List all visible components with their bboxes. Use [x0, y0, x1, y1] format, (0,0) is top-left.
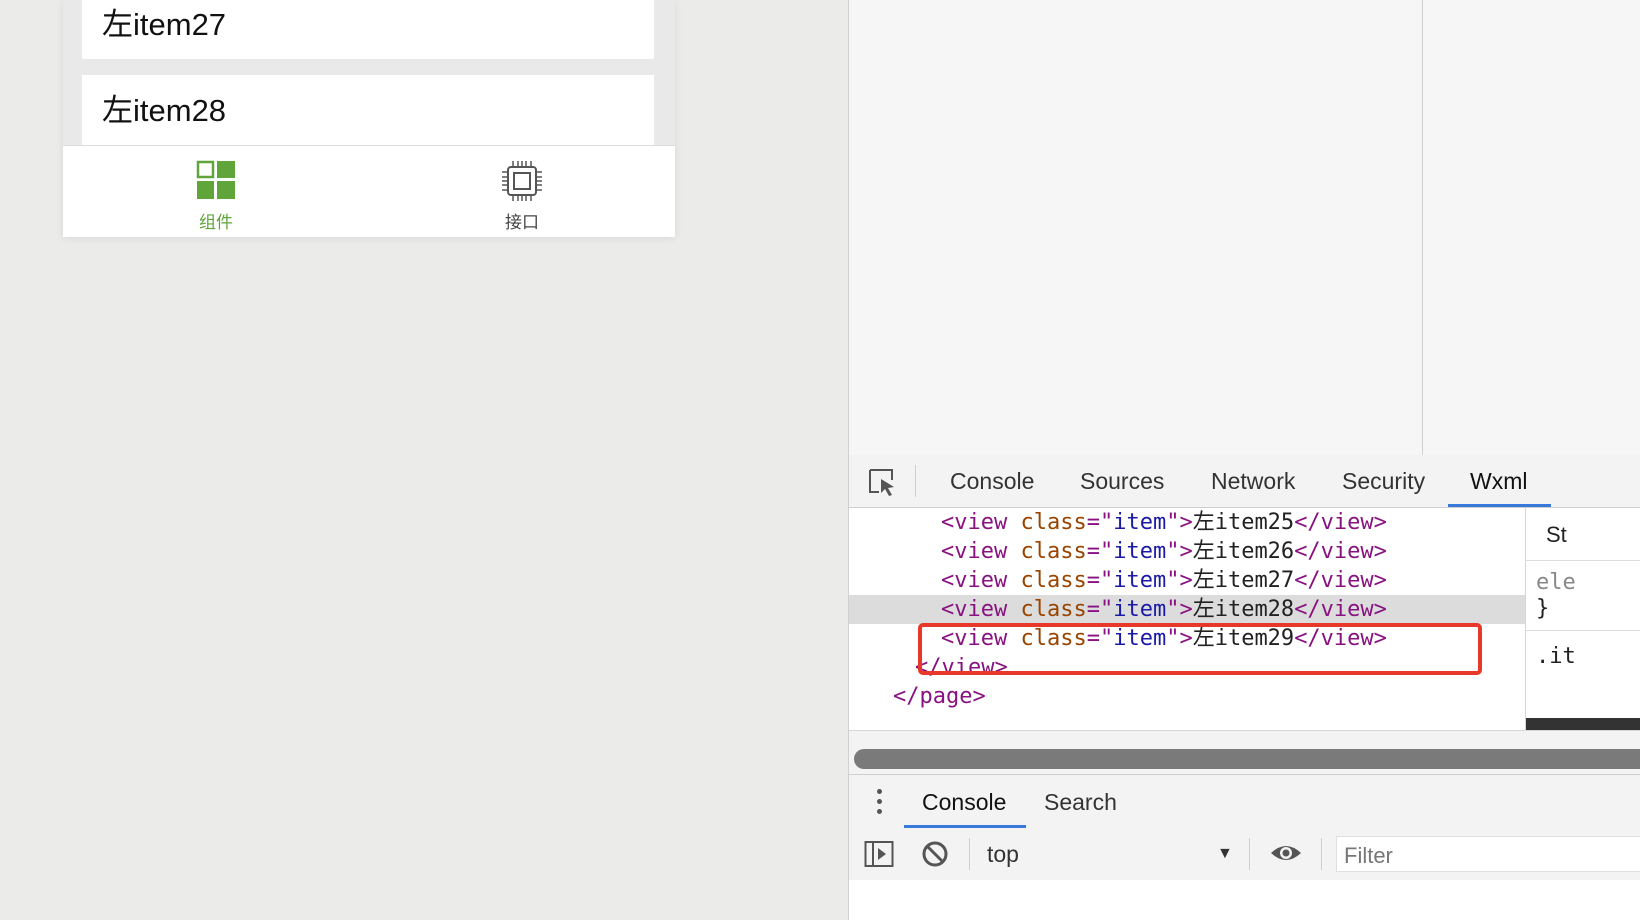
- scrollbar-thumb[interactable]: [854, 749, 1640, 769]
- highlight-annotation-box: [918, 623, 1482, 675]
- clear-console-icon[interactable]: [921, 840, 949, 868]
- tab-label: 组件: [199, 213, 233, 233]
- chip-api-icon: [502, 161, 542, 201]
- horizontal-scrollbar: [849, 730, 1640, 775]
- tab-sources[interactable]: Sources: [1080, 468, 1164, 495]
- tab-label: 接口: [505, 213, 539, 233]
- tab-security[interactable]: Security: [1342, 468, 1425, 495]
- pane-divider[interactable]: [1422, 0, 1423, 455]
- wxml-tree: <view class="item">左item25</view> <view …: [849, 508, 1525, 730]
- console-drawer-tabs: Console Search: [849, 774, 1640, 830]
- style-rule-selector: .it: [1536, 644, 1576, 669]
- tab-bar: 组件 接口: [63, 145, 675, 237]
- sidebar-toggle-icon[interactable]: [864, 840, 894, 868]
- toolbar-divider: [915, 465, 916, 497]
- inspect-element-icon[interactable]: [867, 467, 897, 497]
- tab-network[interactable]: Network: [1211, 468, 1295, 495]
- wxml-node-line-selected[interactable]: <view class="item">左item28</view>: [849, 595, 1525, 624]
- tab-wxml[interactable]: Wxml: [1470, 468, 1527, 495]
- styles-pane: St ele } .it: [1525, 508, 1640, 730]
- active-tab-indicator: [1448, 504, 1551, 507]
- styles-title[interactable]: St: [1546, 522, 1567, 548]
- tab-components[interactable]: 组件: [63, 146, 369, 237]
- editor-pane: [848, 0, 1640, 455]
- context-selector[interactable]: top: [987, 841, 1019, 868]
- drawer-tab-search[interactable]: Search: [1044, 789, 1117, 816]
- toolbar-divider: [1249, 838, 1250, 870]
- wxml-node-line[interactable]: <view class="item">左item26</view>: [849, 537, 1525, 566]
- tab-api[interactable]: 接口: [369, 146, 675, 237]
- list-item-label: 左item27: [102, 7, 227, 42]
- styles-scrollbar[interactable]: [1526, 718, 1640, 730]
- console-filter-input[interactable]: Filter: [1336, 836, 1640, 872]
- simulator-viewport: 左item27 左item28 组件 接口: [63, 0, 675, 237]
- eye-icon[interactable]: [1270, 842, 1302, 864]
- style-rule-selector: ele: [1536, 570, 1576, 595]
- tab-console[interactable]: Console: [950, 468, 1034, 495]
- wxml-node-line[interactable]: <view class="item">左item25</view>: [849, 508, 1525, 537]
- style-rule-brace: }: [1536, 596, 1550, 621]
- more-options-icon[interactable]: [877, 789, 883, 815]
- devtools-panel: Console Sources Network Security Wxml <v…: [848, 455, 1640, 920]
- list-item[interactable]: 左item27: [82, 0, 654, 59]
- devtools-tab-strip: Console Sources Network Security Wxml: [849, 455, 1640, 508]
- styles-divider: [1526, 630, 1640, 631]
- wxml-node-line[interactable]: </page>: [849, 682, 1525, 711]
- console-toolbar: top ▼ Filter: [849, 828, 1640, 880]
- toolbar-divider: [969, 838, 970, 870]
- wxml-node-line[interactable]: <view class="item">左item27</view>: [849, 566, 1525, 595]
- list-item[interactable]: 左item28: [82, 75, 654, 145]
- toolbar-divider: [1321, 838, 1322, 870]
- drawer-tab-console[interactable]: Console: [922, 789, 1006, 816]
- styles-header: St: [1526, 508, 1640, 561]
- list-item-label: 左item28: [102, 93, 227, 128]
- dropdown-arrow-icon[interactable]: ▼: [1217, 845, 1233, 863]
- component-grid-icon: [196, 160, 235, 199]
